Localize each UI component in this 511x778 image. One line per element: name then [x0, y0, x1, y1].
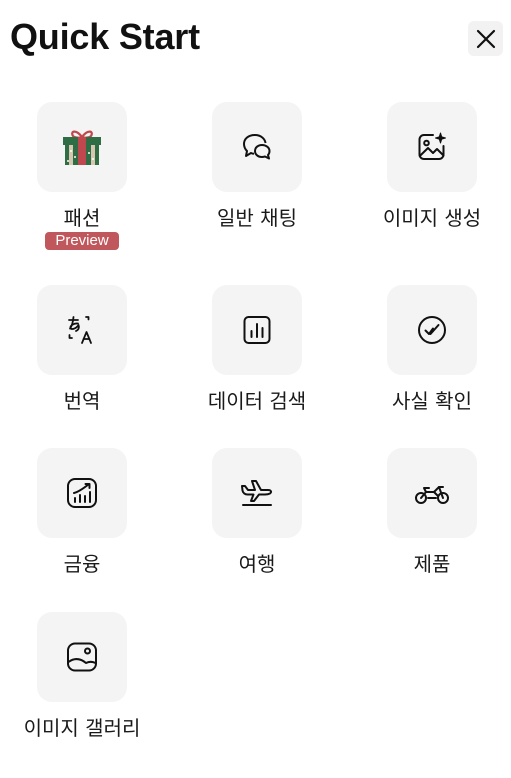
- tile-label: 여행: [238, 552, 276, 576]
- tile-label: 패션: [63, 206, 101, 230]
- image-sparkle-icon: [415, 130, 449, 164]
- gallery-icon: [65, 640, 99, 674]
- tile-icon-box: [37, 102, 127, 192]
- tile-icon-box: [387, 102, 477, 192]
- preview-badge: Preview: [45, 232, 119, 250]
- page-title: Quick Start: [10, 16, 200, 57]
- gift-icon: [60, 127, 104, 167]
- tile-icon-box: [37, 448, 127, 538]
- bar-chart-icon: [241, 314, 273, 346]
- close-button[interactable]: [468, 21, 503, 56]
- tile-label: 일반 채팅: [217, 206, 297, 230]
- tile-label: 사실 확인: [392, 389, 472, 413]
- close-icon: [475, 28, 497, 50]
- tile-label: 이미지 갤러리: [23, 716, 141, 740]
- quickstart-travel[interactable]: 여행: [182, 448, 332, 576]
- quickstart-general-chat[interactable]: 일반 채팅: [182, 102, 332, 230]
- quickstart-image-gallery[interactable]: 이미지 갤러리: [7, 612, 157, 740]
- quickstart-product[interactable]: 제품: [357, 448, 507, 576]
- quickstart-fact-check[interactable]: 사실 확인: [357, 285, 507, 413]
- tile-icon-box: [37, 285, 127, 375]
- tile-label: 제품: [413, 552, 451, 576]
- quickstart-finance[interactable]: 금융: [7, 448, 157, 576]
- tile-icon-box: [212, 102, 302, 192]
- tile-icon-box: [212, 448, 302, 538]
- quickstart-fashion[interactable]: 패션 Preview: [7, 102, 157, 250]
- tile-icon-box: [37, 612, 127, 702]
- tile-label: 이미지 생성: [382, 206, 482, 230]
- tile-icon-box: [387, 285, 477, 375]
- tile-label: 번역: [63, 389, 101, 413]
- translate-icon: [65, 313, 99, 347]
- tile-label: 금융: [63, 552, 101, 576]
- motorcycle-icon: [414, 479, 450, 507]
- tile-label: 데이터 검색: [207, 389, 307, 413]
- check-circle-icon: [415, 313, 449, 347]
- tile-icon-box: [212, 285, 302, 375]
- quickstart-translation[interactable]: 번역: [7, 285, 157, 413]
- finance-chart-icon: [65, 476, 99, 510]
- quickstart-data-search[interactable]: 데이터 검색: [182, 285, 332, 413]
- quickstart-image-generation[interactable]: 이미지 생성: [357, 102, 507, 230]
- chat-bubbles-icon: [241, 131, 273, 163]
- airplane-icon: [239, 478, 275, 508]
- tile-icon-box: [387, 448, 477, 538]
